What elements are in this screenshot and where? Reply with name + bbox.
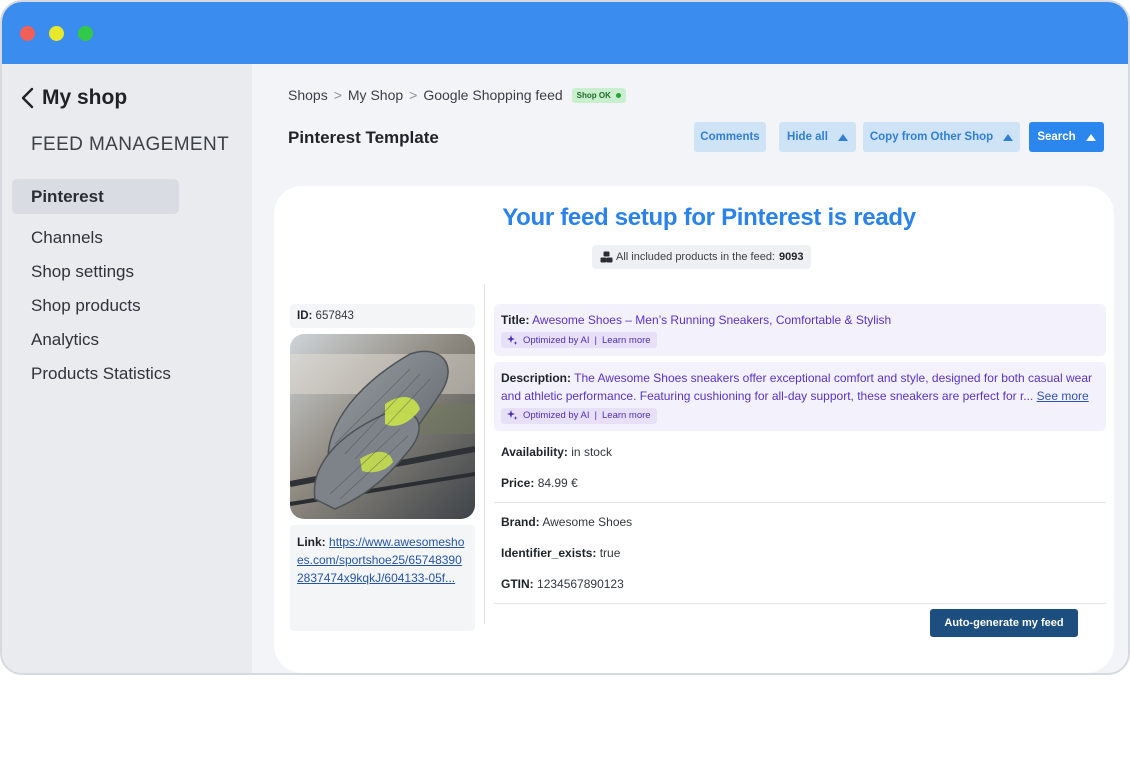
field-divider (494, 603, 1106, 604)
tag-separator: | (594, 410, 597, 421)
price-value: 84.99 € (537, 476, 578, 490)
hide-all-label: Hide all (787, 131, 828, 143)
id-value: 657843 (315, 310, 354, 322)
comments-button[interactable]: Comments (694, 122, 766, 152)
sparkle-icon (507, 334, 518, 345)
status-badge: Shop OK (571, 87, 626, 103)
brand-label: Brand: (501, 515, 540, 529)
product-preview: ID: 657843 Link: https://www.awesomeshoe… (290, 304, 475, 631)
identifier-exists-field: Identifier_exists: true (494, 538, 1106, 569)
availability-value: in stock (571, 445, 612, 459)
product-link: Link: https://www.awesomeshoes.com/sport… (290, 525, 475, 631)
auto-generate-label: Auto-generate my feed (944, 617, 1064, 629)
sidebar-item-pinterest[interactable]: Pinterest (12, 179, 179, 214)
identifier-value: true (599, 546, 621, 560)
availability-field: Availability: in stock (494, 437, 1106, 468)
title-bar (2, 2, 1128, 64)
field-divider (494, 502, 1106, 503)
ai-tag-label: Optimized by AI (523, 334, 590, 346)
breadcrumb: Shops > My Shop > Google Shopping feed S… (288, 87, 626, 103)
product-count-pill: All included products in the feed: 9093 (592, 245, 812, 269)
zoom-window-button[interactable] (78, 26, 93, 41)
title-field: Title: Awesome Shoes – Men’s Running Sne… (494, 304, 1106, 356)
ai-tag-label: Optimized by AI (523, 410, 590, 421)
sidebar-item-shop-products[interactable]: Shop products (31, 296, 231, 316)
section-title: FEED MANAGEMENT (31, 134, 230, 155)
sidebar-item-channels[interactable]: Channels (31, 228, 231, 248)
breadcrumb-my-shop[interactable]: My Shop (348, 87, 403, 103)
minimize-window-button[interactable] (49, 26, 64, 41)
app-window: My shop FEED MANAGEMENT Pinterest Channe… (0, 0, 1130, 675)
auto-generate-feed-button[interactable]: Auto-generate my feed (930, 609, 1078, 637)
tag-separator: | (594, 334, 597, 346)
page-title: Pinterest Template (288, 128, 439, 147)
availability-label: Availability: (501, 445, 568, 459)
back-to-shop-link[interactable]: My shop (20, 86, 127, 110)
description-value: The Awesome Shoes sneakers offer excepti… (501, 370, 1092, 403)
feed-ready-card: Your feed setup for Pinterest is ready A… (274, 186, 1114, 673)
comments-label: Comments (700, 131, 760, 143)
gtin-label: GTIN: (501, 577, 534, 591)
title-value: Awesome Shoes – Men’s Running Sneakers, … (532, 313, 892, 327)
copy-from-other-shop-button[interactable]: Copy from Other Shop (863, 122, 1020, 152)
back-label: My shop (42, 86, 128, 109)
breadcrumb-shops[interactable]: Shops (288, 87, 328, 103)
count-label: All included products in the feed: (616, 251, 775, 263)
main-content: Shops > My Shop > Google Shopping feed S… (252, 64, 1128, 673)
description-label: Description: (501, 370, 572, 385)
brand-field: Brand: Awesome Shoes (494, 507, 1106, 538)
sidebar: My shop FEED MANAGEMENT Pinterest Channe… (2, 64, 252, 673)
product-id: ID: 657843 (290, 304, 475, 328)
price-field: Price: 84.99 € (494, 468, 1106, 499)
chevron-left-icon (21, 87, 34, 109)
gtin-value: 1234567890123 (537, 577, 624, 591)
chevron-right-icon: > (409, 87, 418, 103)
brand-value: Awesome Shoes (542, 515, 633, 529)
column-divider (484, 284, 485, 624)
product-image (290, 334, 475, 519)
breadcrumb-google-shopping-feed[interactable]: Google Shopping feed (423, 87, 562, 103)
sparkle-icon (507, 410, 518, 420)
search-label: Search (1037, 131, 1076, 143)
status-dot-icon (615, 92, 621, 98)
sidebar-item-shop-settings[interactable]: Shop settings (31, 262, 231, 282)
feed-ready-title: Your feed setup for Pinterest is ready (502, 204, 916, 231)
see-more-link[interactable]: See more (1037, 389, 1089, 403)
caret-up-icon (837, 133, 848, 141)
sidebar-item-analytics[interactable]: Analytics (31, 330, 231, 350)
description-field: Description: The Awesome Shoes sneakers … (494, 361, 1106, 431)
learn-more-link[interactable]: Learn more (602, 410, 651, 421)
sidebar-item-products-statistics[interactable]: Products Statistics (31, 364, 231, 384)
search-button[interactable]: Search (1029, 122, 1104, 152)
identifier-label: Identifier_exists: (501, 546, 597, 560)
price-label: Price: (501, 476, 535, 490)
gtin-field: GTIN: 1234567890123 (494, 569, 1106, 600)
status-badge-label: Shop OK (576, 90, 611, 100)
chevron-right-icon: > (333, 87, 342, 103)
title-label: Title: (501, 313, 530, 327)
ai-optimized-tag: Optimized by AI | Learn more (501, 407, 657, 424)
caret-up-icon (1003, 133, 1014, 141)
product-fields: Title: Awesome Shoes – Men’s Running Sne… (494, 304, 1106, 608)
copy-from-label: Copy from Other Shop (869, 131, 994, 143)
close-window-button[interactable] (20, 26, 35, 41)
link-label: Link: (297, 535, 326, 549)
id-label: ID: (297, 310, 313, 322)
count-value: 9093 (779, 251, 804, 263)
hide-all-button[interactable]: Hide all (779, 122, 856, 152)
learn-more-link[interactable]: Learn more (602, 335, 651, 346)
caret-up-icon (1085, 133, 1096, 141)
boxes-icon (600, 251, 613, 263)
ai-optimized-tag: Optimized by AI | Learn more (501, 332, 657, 348)
